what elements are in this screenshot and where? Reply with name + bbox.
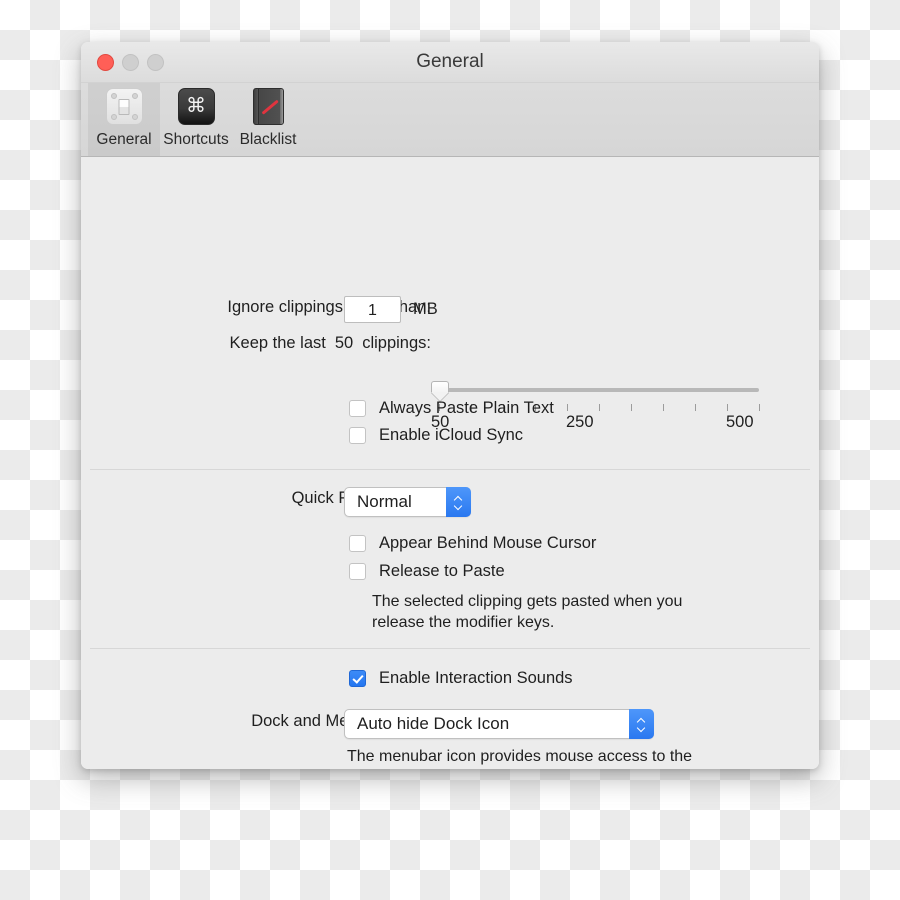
- window-title: General: [416, 51, 484, 72]
- chevron-up-icon: [454, 496, 463, 501]
- slider-tick: [631, 404, 632, 411]
- release-to-paste-help: The selected clipping gets pasted when y…: [372, 591, 792, 633]
- ignore-clippings-unit: MB: [413, 300, 438, 318]
- dock-menubar-icon-stepper[interactable]: [629, 709, 654, 739]
- enable-interaction-sounds-label: Enable Interaction Sounds: [379, 669, 573, 687]
- dock-menubar-icon-select[interactable]: Auto hide Dock Icon: [344, 709, 654, 739]
- always-paste-plain-text-row[interactable]: Always Paste Plain Text: [349, 399, 554, 418]
- quick-paste-menu-value: Normal: [357, 492, 412, 511]
- enable-interaction-sounds-checkbox[interactable]: [349, 670, 366, 687]
- tab-general-label: General: [96, 131, 152, 148]
- dock-help-line1: The menubar icon provides mouse access t…: [347, 748, 693, 765]
- dock-menubar-icon-value: Auto hide Dock Icon: [357, 714, 510, 733]
- appear-behind-cursor-checkbox[interactable]: [349, 535, 366, 552]
- chevron-down-icon: [454, 504, 463, 509]
- command-key-icon: ⌘: [176, 87, 216, 127]
- tab-general[interactable]: General: [88, 83, 160, 156]
- tab-shortcuts[interactable]: ⌘ Shortcuts: [160, 83, 232, 156]
- slider-tick: [759, 404, 760, 411]
- release-to-paste-row[interactable]: Release to Paste: [349, 562, 505, 581]
- keep-last-count: 50: [334, 334, 354, 352]
- always-paste-plain-text-label: Always Paste Plain Text: [379, 399, 554, 417]
- slider-thumb[interactable]: [431, 381, 449, 401]
- keep-last-label-suffix: clippings:: [362, 334, 431, 352]
- slider-scale-mid: 250: [566, 413, 594, 431]
- release-to-paste-help-line2: release the modifier keys.: [372, 614, 555, 631]
- release-to-paste-label: Release to Paste: [379, 562, 505, 580]
- slider-scale-max: 500: [726, 413, 754, 431]
- slider-tick: [567, 404, 568, 411]
- always-paste-plain-text-checkbox[interactable]: [349, 400, 366, 417]
- enable-interaction-sounds-row[interactable]: Enable Interaction Sounds: [349, 669, 573, 688]
- slider-tick: [695, 404, 696, 411]
- chevron-up-icon: [637, 718, 646, 723]
- slider-tick: [727, 404, 728, 411]
- chevron-down-icon: [637, 726, 646, 731]
- separator-2: [90, 648, 810, 649]
- dock-help-line2: quick paste menu. The dock icon provides…: [347, 767, 767, 769]
- tab-shortcuts-label: Shortcuts: [163, 131, 229, 148]
- notebook-pencil-icon: [248, 87, 288, 127]
- release-to-paste-checkbox[interactable]: [349, 563, 366, 580]
- settings-content: Ignore clippings larger than: 1 MB Keep …: [81, 157, 819, 769]
- switch-plate-icon: [104, 87, 144, 127]
- tab-blacklist[interactable]: Blacklist: [232, 83, 304, 156]
- ignore-clippings-input[interactable]: 1: [344, 296, 401, 323]
- appear-behind-cursor-row[interactable]: Appear Behind Mouse Cursor: [349, 534, 596, 553]
- keep-last-label-wrap: Keep the last 50 clippings:: [101, 334, 431, 353]
- title-bar: General: [81, 42, 819, 83]
- ignore-clippings-field-wrap: 1 MB: [344, 296, 438, 323]
- toolbar-tabs: General ⌘ Shortcuts Blacklist: [81, 83, 819, 157]
- dock-menubar-help: The menubar icon provides mouse access t…: [347, 746, 767, 769]
- tab-blacklist-label: Blacklist: [239, 131, 297, 148]
- enable-icloud-sync-label: Enable iCloud Sync: [379, 426, 524, 444]
- keep-last-label-prefix: Keep the last: [229, 334, 326, 352]
- quick-paste-menu-stepper[interactable]: [446, 487, 471, 517]
- enable-icloud-sync-checkbox[interactable]: [349, 427, 366, 444]
- appear-behind-cursor-label: Appear Behind Mouse Cursor: [379, 534, 597, 552]
- slider-tick: [599, 404, 600, 411]
- slider-tick: [663, 404, 664, 411]
- enable-icloud-sync-row[interactable]: Enable iCloud Sync: [349, 426, 523, 445]
- release-to-paste-help-line1: The selected clipping gets pasted when y…: [372, 593, 683, 610]
- quick-paste-menu-select[interactable]: Normal: [344, 487, 471, 517]
- separator-1: [90, 469, 810, 470]
- slider-track: [439, 388, 759, 392]
- preferences-window: General General ⌘ Shortcuts Blacklist Ig…: [81, 42, 819, 769]
